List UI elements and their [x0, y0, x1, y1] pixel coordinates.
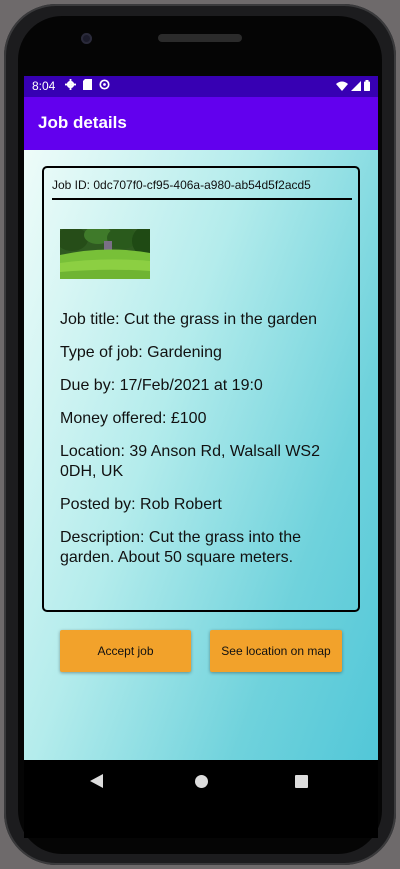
settings-gear-icon — [65, 79, 76, 93]
accept-job-button[interactable]: Accept job — [60, 630, 191, 672]
front-camera — [81, 33, 92, 44]
page-title: Job details — [38, 113, 127, 132]
job-description-text: Description: Cut the grass into the gard… — [60, 529, 302, 566]
status-icons-left — [65, 79, 110, 93]
job-card: Job ID: 0dc707f0-cf95-406a-a980-ab54d5f2… — [42, 166, 360, 612]
earpiece-speaker — [158, 34, 242, 42]
back-triangle-icon[interactable] — [90, 774, 103, 793]
status-bar: 8:04 — [24, 76, 378, 97]
home-circle-icon[interactable] — [195, 775, 208, 788]
job-posted-by-text: Posted by: Rob Robert — [60, 496, 222, 513]
sync-icon — [99, 79, 110, 93]
status-time: 8:04 — [32, 79, 56, 93]
see-location-on-map-button[interactable]: See location on map — [210, 630, 342, 672]
sd-card-icon — [83, 79, 92, 93]
job-location-text: Location: 39 Anson Rd, Walsall WS2 0DH, … — [60, 443, 320, 480]
job-id-label: Job ID: 0dc707f0-cf95-406a-a980-ab54d5f2… — [52, 178, 311, 192]
wifi-icon — [336, 80, 348, 94]
battery-icon — [364, 80, 370, 94]
device-screen: 8:04 Job details Job ID: 0dc707f0-cf95-4… — [24, 76, 378, 838]
recent-apps-square-icon[interactable] — [295, 775, 308, 788]
system-nav-bar — [24, 760, 378, 838]
job-details-content[interactable]: Job ID: 0dc707f0-cf95-406a-a980-ab54d5f2… — [24, 150, 378, 760]
job-type-text: Type of job: Gardening — [60, 344, 222, 361]
job-title-text: Job title: Cut the grass in the garden — [60, 311, 318, 328]
job-photo-garden-lawn — [60, 229, 150, 279]
job-money-text: Money offered: £100 — [60, 410, 207, 427]
app-bar: Job details — [24, 97, 378, 150]
status-icons-right — [336, 80, 370, 94]
cell-signal-icon — [351, 80, 361, 94]
job-id-divider — [52, 198, 352, 200]
job-due-text: Due by: 17/Feb/2021 at 19:0 — [60, 377, 263, 394]
job-details-list: Job title: Cut the grass in the garden T… — [60, 310, 352, 581]
